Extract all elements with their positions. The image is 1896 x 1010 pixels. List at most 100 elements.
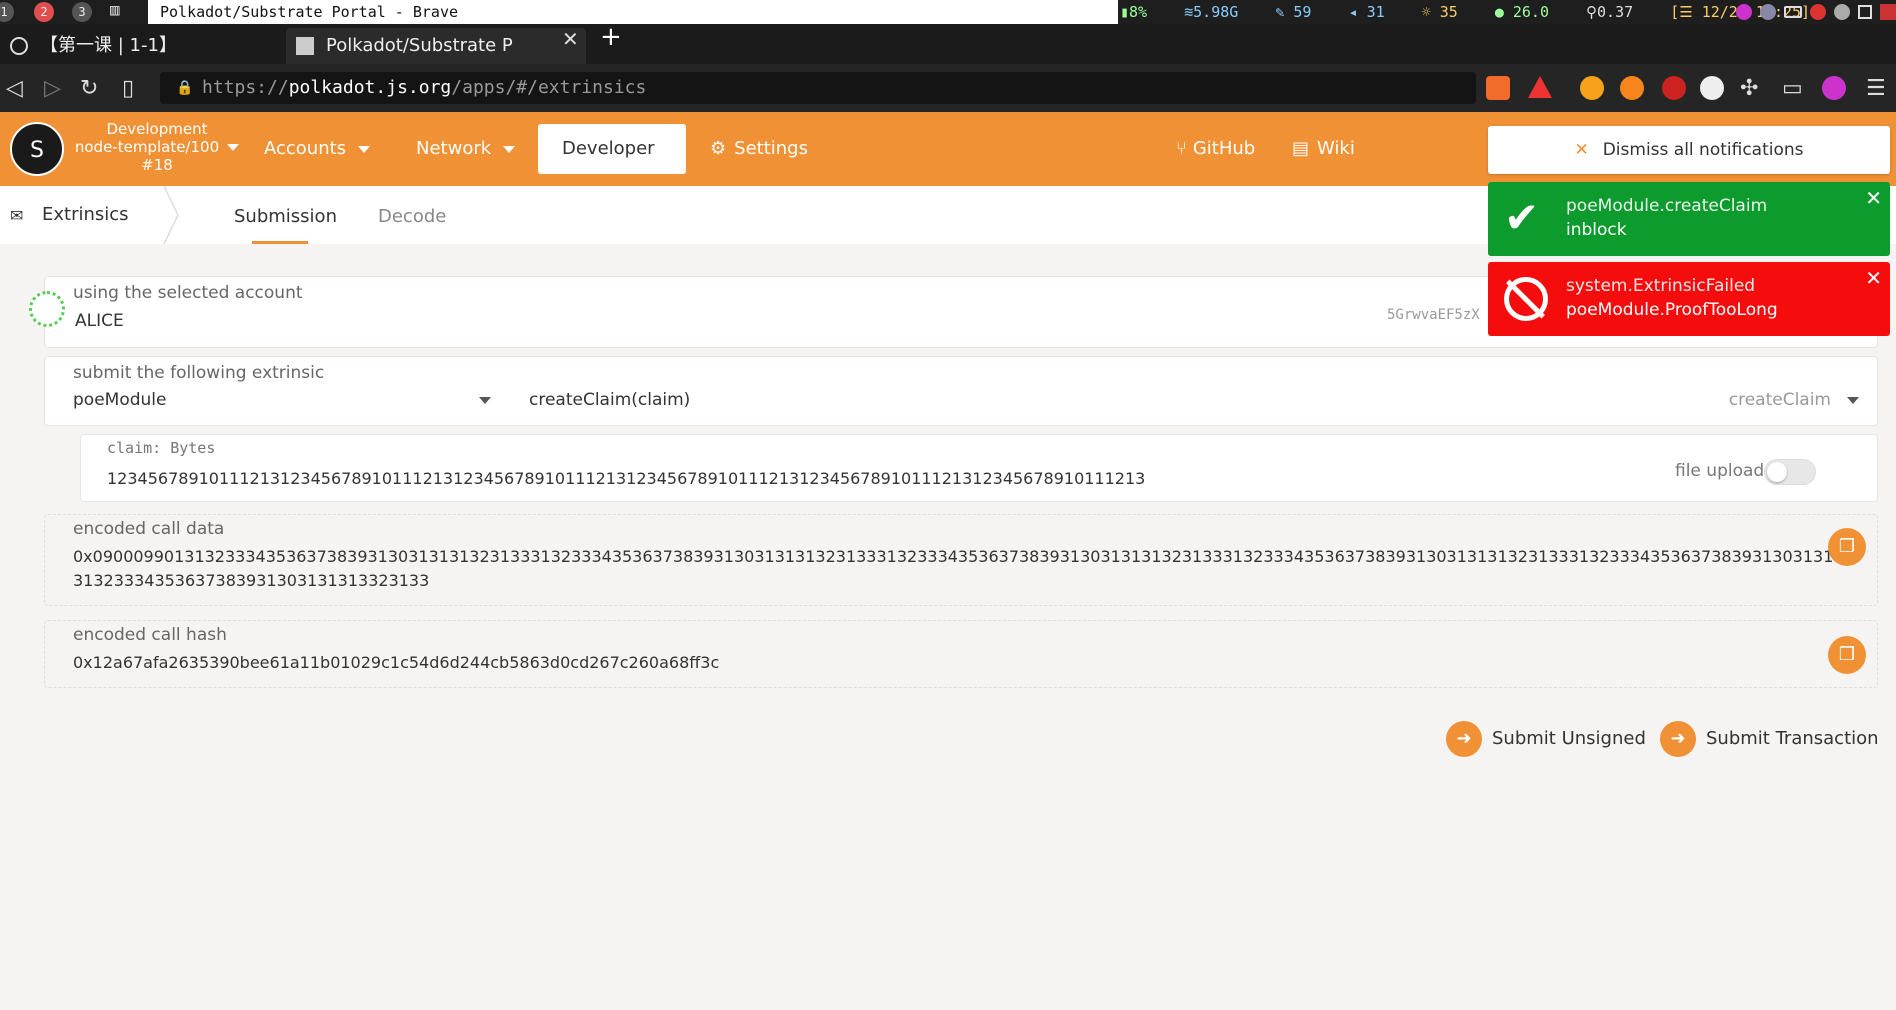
- gears-icon: ⚙: [710, 138, 727, 159]
- notification-error: system.ExtrinsicFailed poeModule.ProofTo…: [1488, 262, 1890, 336]
- menu-network[interactable]: Network: [416, 112, 516, 186]
- wallet-icon[interactable]: ▭: [1782, 76, 1803, 101]
- tab-decode[interactable]: Decode: [378, 206, 446, 227]
- brave-rewards-icon[interactable]: [1528, 76, 1552, 98]
- method-dropdown[interactable]: createClaim(claim) createClaim: [529, 387, 1859, 417]
- chevron-down-icon: [479, 397, 491, 404]
- claim-label: claim: Bytes: [107, 439, 216, 457]
- memory-status: ≋5.98G: [1184, 3, 1239, 21]
- breadcrumb-separator: [163, 186, 179, 244]
- encoded-call-hash-value: 0x12a67afa2635390bee61a11b01029c1c54d6d2…: [73, 653, 720, 672]
- tab-label: 【第一课 | 1-1】: [40, 35, 177, 56]
- workspace-3[interactable]: 3: [72, 2, 92, 22]
- profile-avatar[interactable]: [1822, 76, 1846, 100]
- book-icon: ▤: [1292, 138, 1310, 159]
- account-name: ALICE: [75, 311, 124, 331]
- address-bar[interactable]: 🔒 https://polkadot.js.org/apps/#/extrins…: [160, 72, 1476, 104]
- checkmark-icon: ✔: [1504, 193, 1540, 242]
- tab-label: Polkadot/Substrate P: [326, 35, 513, 56]
- metamask-icon[interactable]: [1620, 76, 1644, 100]
- extension-icon[interactable]: [1580, 76, 1604, 100]
- extension-icon[interactable]: [1662, 76, 1686, 100]
- encoded-call-hash-label: encoded call hash: [73, 625, 227, 645]
- tab-polkadot[interactable]: Polkadot/Substrate P: [286, 28, 586, 64]
- browser-tab-bar: 【第一课 | 1-1】 Polkadot/Substrate P ✕ +: [0, 22, 1896, 64]
- workspace-2[interactable]: 2: [34, 2, 54, 22]
- chevron-down-icon: [503, 145, 516, 153]
- copy-icon[interactable]: ❐: [1828, 636, 1866, 674]
- extrinsics-icon: ✉: [10, 206, 24, 225]
- notification-status: inblock: [1566, 220, 1627, 240]
- notification-title: system.ExtrinsicFailed: [1566, 276, 1756, 296]
- claim-param: claim: Bytes 123456789101112131234567891…: [80, 434, 1878, 502]
- sign-in-icon: ➜: [1660, 721, 1696, 757]
- reload-icon[interactable]: ↻: [80, 76, 98, 101]
- brave-shields-icon[interactable]: [1486, 76, 1510, 100]
- forward-icon[interactable]: ▷: [44, 76, 61, 101]
- method-name: createClaim: [1728, 390, 1831, 410]
- encoded-call-data-line2: 31323334353637383931303131313323133: [73, 571, 430, 590]
- branch-icon: ⑂: [1176, 138, 1187, 159]
- menu-wiki[interactable]: ▤ Wiki: [1292, 112, 1355, 186]
- module-dropdown[interactable]: poeModule: [73, 387, 491, 417]
- globe-icon: [10, 37, 28, 55]
- close-icon: ✕: [1574, 140, 1589, 160]
- extrinsic-label: submit the following extrinsic: [73, 363, 325, 383]
- encoded-call-hash: encoded call hash 0x12a67afa2635390bee61…: [44, 620, 1878, 688]
- claim-input[interactable]: 1234567891011121312345678910111213123456…: [107, 469, 1145, 488]
- workspace-1[interactable]: 1: [0, 2, 14, 22]
- bookmark-icon[interactable]: ▯: [122, 76, 134, 101]
- load-status: ⚲0.37: [1586, 3, 1634, 21]
- svg-text:S: S: [30, 138, 44, 163]
- identicon: [29, 291, 65, 327]
- chain-selector[interactable]: Development node-template/100 #18: [72, 120, 242, 174]
- battery-status: ▮8%: [1120, 3, 1148, 21]
- menu-developer[interactable]: Developer: [538, 124, 686, 203]
- active-tab-indicator: [252, 241, 308, 244]
- notification-success: ✔ poeModule.createClaim inblock ✕: [1488, 182, 1890, 256]
- temp-status: ● 26.0: [1494, 3, 1549, 21]
- browser-toolbar: ◁ ▷ ↻ ▯ 🔒 https://polkadot.js.org/apps/#…: [0, 64, 1896, 112]
- account-address: 5GrwvaEF5zX: [1387, 307, 1480, 323]
- polkadot-favicon-icon: [296, 37, 314, 55]
- brightness-status: ☼ 35: [1421, 3, 1458, 21]
- system-tray: ▮8% ≋5.98G ✎ 59 ◂ 31 ☼ 35 ● 26.0 ⚲0.37 […: [1120, 0, 1824, 24]
- notification-status: poeModule.ProofTooLong: [1566, 300, 1778, 320]
- menu-settings[interactable]: ⚙ Settings: [710, 112, 808, 186]
- tray-icons[interactable]: [1736, 2, 1896, 22]
- layout-icon[interactable]: ▥: [110, 0, 120, 19]
- sign-in-icon: ➜: [1446, 721, 1482, 757]
- file-upload-toggle[interactable]: [1764, 459, 1816, 485]
- system-bar: 1 2 3 ▥ Polkadot/Substrate Portal - Brav…: [0, 0, 1896, 24]
- menu-github[interactable]: ⑂ GitHub: [1176, 112, 1255, 186]
- dismiss-all-notifications-button[interactable]: ✕ Dismiss all notifications: [1488, 126, 1890, 174]
- menu-icon[interactable]: ☰: [1866, 76, 1886, 101]
- chevron-down-icon: [1847, 397, 1859, 404]
- copy-icon[interactable]: ❐: [1828, 528, 1866, 566]
- encoded-call-data: encoded call data 0x09000990131323334353…: [44, 514, 1878, 606]
- window-title: Polkadot/Substrate Portal - Brave: [148, 0, 1118, 24]
- section-title: Extrinsics: [42, 204, 129, 225]
- chevron-down-icon: [227, 144, 240, 151]
- file-upload-label: file upload: [1675, 461, 1765, 481]
- extrinsic-selector: submit the following extrinsic poeModule…: [44, 356, 1878, 426]
- tab-lesson[interactable]: 【第一课 | 1-1】: [0, 28, 286, 64]
- close-icon[interactable]: ✕: [1865, 266, 1882, 290]
- chevron-down-icon: [358, 145, 371, 153]
- volume-status: ◂ 31: [1348, 3, 1385, 21]
- new-tab-icon[interactable]: +: [600, 22, 622, 52]
- close-icon[interactable]: ✕: [1865, 186, 1882, 210]
- submit-unsigned-button[interactable]: ➜ Submit Unsigned: [1446, 719, 1646, 759]
- menu-accounts[interactable]: Accounts: [264, 112, 371, 186]
- back-icon[interactable]: ◁: [6, 76, 23, 101]
- encoded-call-data-label: encoded call data: [73, 519, 225, 539]
- extension-icon[interactable]: [1700, 76, 1724, 100]
- notification-title: poeModule.createClaim: [1566, 196, 1768, 216]
- submit-transaction-button[interactable]: ➜ Submit Transaction: [1660, 719, 1879, 759]
- substrate-logo[interactable]: S: [10, 122, 64, 176]
- tab-submission[interactable]: Submission: [234, 206, 337, 227]
- extensions-puzzle-icon[interactable]: ✣: [1740, 76, 1758, 101]
- account-label: using the selected account: [73, 283, 303, 303]
- encoded-call-data-line1: 0x09000990131323334353637383931303131313…: [73, 547, 1845, 566]
- close-tab-icon[interactable]: ✕: [562, 27, 579, 51]
